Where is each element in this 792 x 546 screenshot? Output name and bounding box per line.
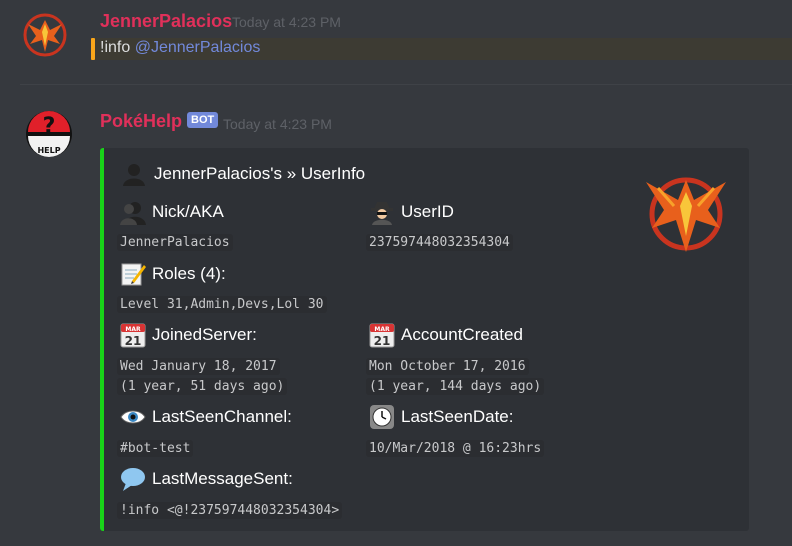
- phoenix-thumbnail-icon: [646, 177, 726, 252]
- bot-tag: BOT: [187, 112, 219, 128]
- avatar-help-text: HELP: [37, 146, 60, 155]
- svg-text:MAR: MAR: [374, 326, 390, 333]
- clock-icon: [370, 405, 394, 429]
- calendar-icon: MAR 21: [120, 323, 146, 348]
- spy-icon: [371, 202, 393, 225]
- message-highlight: !info @JennerPalacios: [91, 38, 792, 60]
- bust-silhouette-icon: [123, 164, 145, 186]
- user-mention[interactable]: @JennerPalacios: [135, 39, 261, 56]
- pokeball-help-avatar-icon: ? HELP: [26, 111, 72, 157]
- field-roles-name: Roles (4):: [120, 260, 226, 288]
- embed-title: JennerPalacios's » UserInfo: [122, 160, 365, 188]
- field-lastchannel-value: #bot-test: [117, 440, 194, 457]
- speech-balloon-icon: [121, 468, 145, 491]
- username[interactable]: JennerPalacios: [100, 11, 232, 32]
- field-created-value-ago: (1 year, 144 days ago): [366, 378, 545, 395]
- svg-text:?: ?: [43, 114, 56, 139]
- bust-silhouette-icon: [120, 202, 146, 225]
- message-user: JennerPalacios Today at 4:23 PM !info @J…: [0, 0, 792, 84]
- field-lastmessage-name: LastMessageSent:: [120, 465, 293, 493]
- calendar-icon: MAR 21: [369, 323, 395, 348]
- svg-text:MAR: MAR: [125, 326, 141, 333]
- user-avatar[interactable]: [20, 10, 70, 60]
- svg-text:21: 21: [125, 334, 142, 348]
- bot-username[interactable]: PokéHelp: [100, 111, 182, 132]
- field-userid-value: 237597448032354304: [366, 234, 513, 251]
- embed-accent-bar: [100, 148, 104, 531]
- field-joined-value-ago: (1 year, 51 days ago): [117, 378, 288, 395]
- bot-timestamp: Today at 4:23 PM: [223, 116, 332, 132]
- eye-icon: [120, 410, 146, 424]
- field-nick-value: JennerPalacios: [117, 234, 233, 251]
- phoenix-avatar-icon: [23, 13, 67, 57]
- field-userid-name: UserID: [369, 198, 454, 226]
- message-divider: [20, 84, 792, 85]
- field-joined-value-date: Wed January 18, 2017: [117, 358, 280, 375]
- field-joined-name: MAR 21 JoinedServer:: [120, 321, 257, 349]
- user-info-embed: JennerPalacios's » UserInfo Nick/AKA Jen…: [100, 148, 749, 531]
- field-lastdate-name: LastSeenDate:: [369, 403, 513, 431]
- field-nick-name: Nick/AKA: [120, 198, 224, 226]
- field-roles-value: Level 31,Admin,Devs,Lol 30: [117, 296, 327, 313]
- field-created-value-date: Mon October 17, 2016: [366, 358, 529, 375]
- message-content: !info @JennerPalacios: [100, 39, 260, 57]
- timestamp: Today at 4:23 PM: [232, 14, 341, 30]
- field-created-name: MAR 21 AccountCreated: [369, 321, 523, 349]
- bot-avatar[interactable]: ? HELP: [24, 109, 74, 159]
- command-text: !info: [100, 39, 131, 56]
- svg-text:21: 21: [374, 334, 391, 348]
- field-lastchannel-name: LastSeenChannel:: [120, 403, 292, 431]
- embed-title-text: JennerPalacios's » UserInfo: [154, 164, 366, 183]
- memo-icon: [121, 263, 146, 286]
- mention-bar: [91, 38, 95, 60]
- field-lastmessage-value: !info <@!237597448032354304>: [117, 502, 343, 519]
- field-lastdate-value: 10/Mar/2018 @ 16:23hrs: [366, 440, 545, 457]
